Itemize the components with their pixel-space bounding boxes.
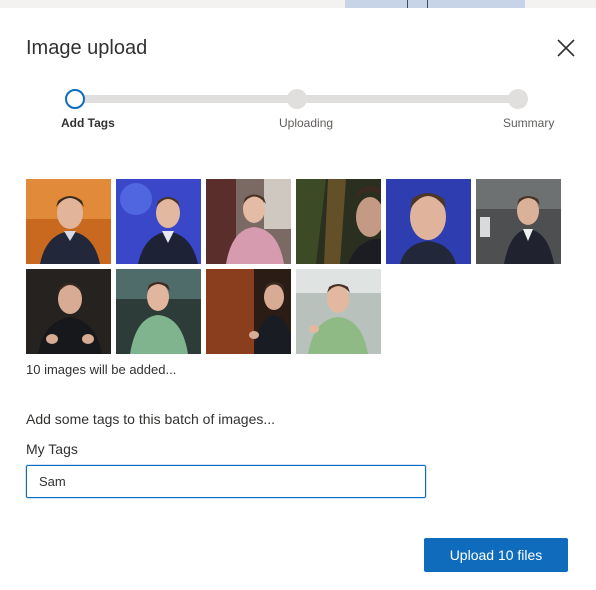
background-window-widget xyxy=(345,0,525,8)
upload-files-button[interactable]: Upload 10 files xyxy=(424,538,568,572)
thumbnail-image xyxy=(206,179,291,264)
tags-heading: Add some tags to this batch of images... xyxy=(26,411,276,427)
step-dot-add-tags xyxy=(65,89,85,109)
thumbnail-image xyxy=(116,179,201,264)
close-button[interactable] xyxy=(554,36,578,60)
close-icon xyxy=(557,39,575,57)
thumbnail-image xyxy=(386,179,471,264)
dialog-title: Image upload xyxy=(26,37,148,59)
thumbnail-image xyxy=(476,179,561,264)
thumbnail-image xyxy=(26,179,111,264)
step-label-summary: Summary xyxy=(503,116,555,130)
thumbnail-image xyxy=(296,269,381,354)
image-count-note: 10 images will be added... xyxy=(26,362,177,377)
my-tags-label: My Tags xyxy=(26,441,78,457)
step-dot-summary xyxy=(508,89,528,109)
thumbnail-image xyxy=(116,269,201,354)
thumbnail-image xyxy=(296,179,381,264)
step-dot-uploading xyxy=(287,89,307,109)
step-label-uploading: Uploading xyxy=(279,116,334,130)
image-upload-dialog: Image upload Add Tags Uploading Summary xyxy=(0,8,596,590)
step-label-add-tags: Add Tags xyxy=(61,116,115,130)
thumbnail-image xyxy=(206,269,291,354)
thumbnail-image xyxy=(26,269,111,354)
my-tags-input[interactable] xyxy=(26,465,426,498)
